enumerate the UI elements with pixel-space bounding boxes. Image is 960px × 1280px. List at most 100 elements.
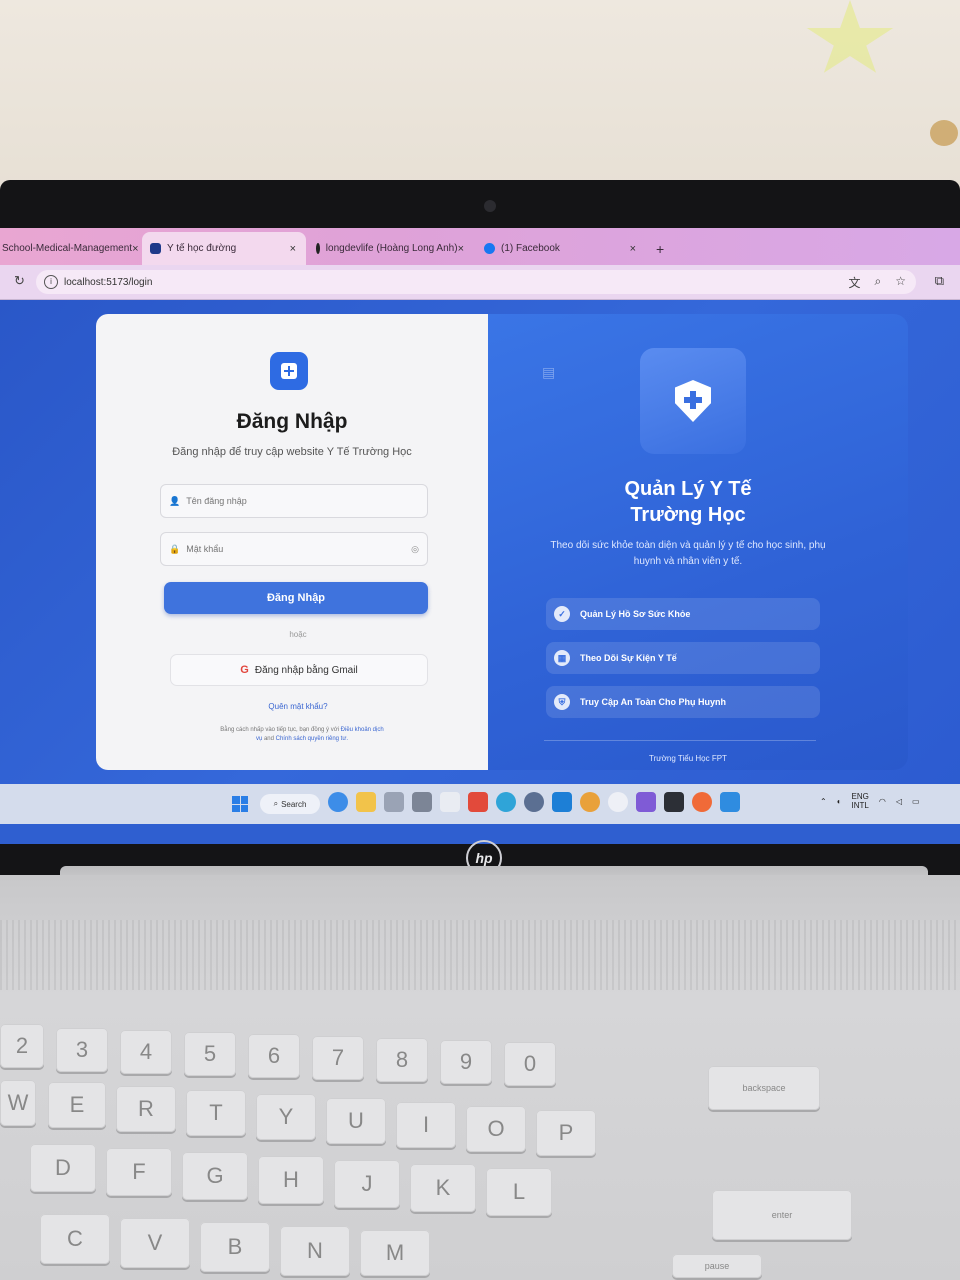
key-7[interactable]: 7 xyxy=(312,1036,364,1080)
edge-icon[interactable] xyxy=(496,792,516,812)
key-d[interactable]: D xyxy=(30,1144,96,1192)
password-input[interactable] xyxy=(184,543,389,555)
key-w[interactable]: W xyxy=(0,1080,36,1126)
medical-logo-icon xyxy=(270,352,308,390)
key-f[interactable]: F xyxy=(106,1148,172,1196)
close-icon[interactable]: × xyxy=(132,243,138,255)
feature-medical-events: ▦ Theo Dõi Sự Kiện Y Tế xyxy=(546,642,820,674)
check-icon: ✓ xyxy=(554,606,570,622)
close-icon[interactable]: × xyxy=(458,243,464,255)
key-e[interactable]: E xyxy=(48,1082,106,1128)
key-8[interactable]: 8 xyxy=(376,1038,428,1082)
messenger-icon[interactable] xyxy=(608,792,628,812)
key-r[interactable]: R xyxy=(116,1086,176,1132)
terminal-icon[interactable] xyxy=(664,792,684,812)
volume-icon[interactable]: ◁ xyxy=(896,797,902,806)
calendar-app-icon[interactable] xyxy=(384,792,404,812)
laptop-screen: School-Medical-Management × Y tế học đườ… xyxy=(0,228,960,844)
battery-icon[interactable]: ▭ xyxy=(912,797,920,806)
language-indicator[interactable]: ENG INTL xyxy=(852,792,869,810)
key-0[interactable]: 0 xyxy=(504,1042,556,1086)
taskbar-search[interactable]: ⌕ Search xyxy=(260,794,320,814)
key-o[interactable]: O xyxy=(466,1106,526,1152)
file-explorer-icon[interactable] xyxy=(356,792,376,812)
key-n[interactable]: N xyxy=(280,1226,350,1276)
url-text: localhost:5173/login xyxy=(64,276,153,288)
key-4[interactable]: 4 xyxy=(120,1030,172,1074)
eye-off-icon[interactable]: ◎ xyxy=(411,544,419,555)
privacy-link[interactable]: Chính sách quyền riêng tư. xyxy=(276,736,348,742)
tab-facebook[interactable]: (1) Facebook × xyxy=(476,232,646,265)
key-y[interactable]: Y xyxy=(256,1094,316,1140)
password-field[interactable]: 🔒 ◎ xyxy=(160,532,428,566)
tab-school-medical[interactable]: School-Medical-Management × xyxy=(0,232,140,265)
key-2[interactable]: 2 xyxy=(0,1024,44,1068)
gmail-login-button[interactable]: G Đăng nhập bằng Gmail xyxy=(170,654,428,686)
key-i[interactable]: I xyxy=(396,1102,456,1148)
key-j[interactable]: J xyxy=(334,1160,400,1208)
github-icon xyxy=(316,243,320,254)
terms-prefix: Bằng cách nhấp vào tiếp tục, bạn đồng ý … xyxy=(220,727,339,733)
chrome-icon[interactable] xyxy=(580,792,600,812)
zoom-icon[interactable]: ⌕ xyxy=(875,274,882,291)
username-field[interactable]: 👤 xyxy=(160,484,428,518)
key-c[interactable]: C xyxy=(40,1214,110,1264)
webcam xyxy=(484,200,496,212)
key-backspace[interactable]: backspace xyxy=(708,1066,820,1110)
reload-icon[interactable]: ↻ xyxy=(14,273,25,289)
plus-icon: + xyxy=(656,240,665,257)
shield-logo-icon xyxy=(640,348,746,454)
browser-tab-bar: School-Medical-Management × Y tế học đườ… xyxy=(0,228,960,265)
bookmark-star-icon[interactable]: ☆ xyxy=(895,274,906,291)
promo-divider xyxy=(544,740,816,741)
key-b[interactable]: B xyxy=(200,1222,270,1272)
calendar-icon: ▦ xyxy=(554,650,570,666)
key-6[interactable]: 6 xyxy=(248,1034,300,1078)
key-l[interactable]: L xyxy=(486,1168,552,1216)
key-v[interactable]: V xyxy=(120,1218,190,1268)
printer-icon[interactable] xyxy=(412,792,432,812)
feature-parent-access: ⛨ Truy Cập An Toàn Cho Phụ Huynh xyxy=(546,686,820,718)
key-3[interactable]: 3 xyxy=(56,1028,108,1072)
key-t[interactable]: T xyxy=(186,1090,246,1136)
widgets-icon[interactable] xyxy=(328,792,348,812)
key-k[interactable]: K xyxy=(410,1164,476,1212)
wifi-icon[interactable]: ◠ xyxy=(879,797,886,806)
system-tray: ⌃ ◐ ENG INTL ◠ ◁ ▭ xyxy=(820,792,920,810)
tab-github[interactable]: longdevlife (Hoàng Long Anh) × xyxy=(308,232,474,265)
key-g[interactable]: G xyxy=(182,1152,248,1200)
login-button[interactable]: Đăng Nhập xyxy=(164,582,428,614)
close-icon[interactable]: × xyxy=(290,243,296,255)
forgot-password-link[interactable]: Quên mật khẩu? xyxy=(96,702,500,711)
notepad-icon[interactable] xyxy=(440,792,460,812)
url-omnibox[interactable]: i localhost:5173/login xyxy=(36,270,916,294)
tab-y-te-hoc-duong[interactable]: Y tế học đường × xyxy=(142,232,306,265)
wall-spot xyxy=(930,120,958,146)
close-icon[interactable]: × xyxy=(630,243,636,255)
site-info-icon[interactable]: i xyxy=(44,275,58,289)
key-5[interactable]: 5 xyxy=(184,1032,236,1076)
chevron-up-icon[interactable]: ⌃ xyxy=(820,797,827,806)
new-tab-button[interactable]: + xyxy=(656,232,676,265)
key-9[interactable]: 9 xyxy=(440,1040,492,1084)
promo-panel: ▤ Quản Lý Y Tế Trường Học Theo dõi sức k… xyxy=(488,314,908,770)
omnibox-actions: 文 ⌕ ☆ xyxy=(848,274,906,291)
username-input[interactable] xyxy=(184,495,389,507)
school-name: Trường Tiểu Học FPT xyxy=(649,754,727,763)
key-p[interactable]: P xyxy=(536,1110,596,1156)
wps-office-icon[interactable] xyxy=(468,792,488,812)
extensions-icon[interactable]: ⧉ xyxy=(935,273,944,289)
key-enter[interactable]: enter xyxy=(712,1190,852,1240)
key-h[interactable]: H xyxy=(258,1156,324,1204)
translate-icon[interactable]: 文 xyxy=(848,274,860,291)
vscode-icon[interactable] xyxy=(552,792,572,812)
postman-icon[interactable] xyxy=(692,792,712,812)
remote-desktop-icon[interactable] xyxy=(720,792,740,812)
settings-icon[interactable] xyxy=(524,792,544,812)
key-m[interactable]: M xyxy=(360,1230,430,1276)
key-u[interactable]: U xyxy=(326,1098,386,1144)
windows-start-icon[interactable] xyxy=(232,796,248,812)
security-icon[interactable]: ◐ xyxy=(837,797,842,806)
key-pause[interactable]: pause xyxy=(672,1254,762,1278)
visual-studio-icon[interactable] xyxy=(636,792,656,812)
